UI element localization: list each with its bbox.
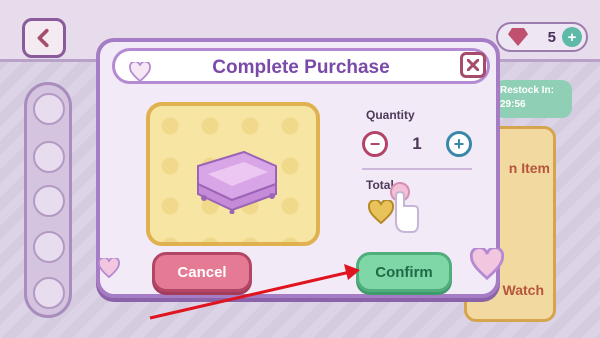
category-tab[interactable] [33, 93, 65, 125]
close-icon [467, 59, 479, 71]
sofa-icon [197, 150, 277, 214]
item-preview [146, 102, 320, 246]
purchase-modal: Complete Purchase Quantity − 1 + Total C… [96, 38, 500, 298]
gem-count: 5 [547, 28, 556, 46]
confirm-button[interactable]: Confirm [356, 252, 452, 292]
cancel-button[interactable]: Cancel [152, 252, 252, 292]
quantity-label: Quantity [366, 108, 415, 122]
quantity-stepper: − 1 + [362, 130, 472, 158]
back-button[interactable] [22, 18, 66, 58]
restock-label: Restock In: [500, 85, 554, 96]
category-tab[interactable] [33, 277, 65, 309]
category-tab[interactable] [33, 141, 65, 173]
chevron-left-icon [37, 28, 49, 48]
hand-pointer-icon [390, 182, 419, 233]
restock-time: 29:56 [500, 99, 526, 110]
restock-timer: Restock In: 29:56 [494, 80, 572, 118]
modal-header: Complete Purchase [112, 48, 490, 84]
decrease-quantity-button[interactable]: − [362, 131, 388, 157]
quantity-value: 1 [412, 134, 422, 153]
close-button[interactable] [460, 52, 486, 78]
modal-title: Complete Purchase [212, 57, 390, 78]
featured-item-label: n Item [508, 160, 550, 176]
watch-ad-label: Watch [502, 282, 544, 298]
heart-icon [470, 248, 504, 280]
category-tab[interactable] [33, 231, 65, 263]
divider [362, 168, 472, 170]
add-gems-button[interactable]: + [562, 27, 582, 47]
increase-quantity-button[interactable]: + [446, 131, 472, 157]
gem-currency-pill: 5 + [496, 22, 588, 52]
gem-icon [508, 28, 528, 46]
heart-icon [98, 258, 120, 278]
category-rail [24, 82, 72, 318]
category-tab[interactable] [33, 185, 65, 217]
